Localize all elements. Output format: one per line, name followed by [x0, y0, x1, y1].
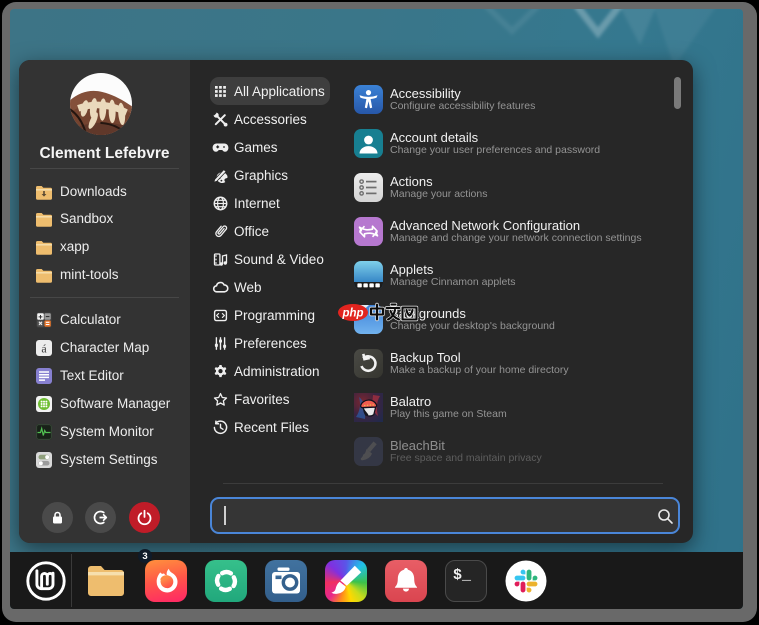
svg-text:á: á [41, 341, 47, 355]
svg-text:php: php [341, 308, 363, 320]
